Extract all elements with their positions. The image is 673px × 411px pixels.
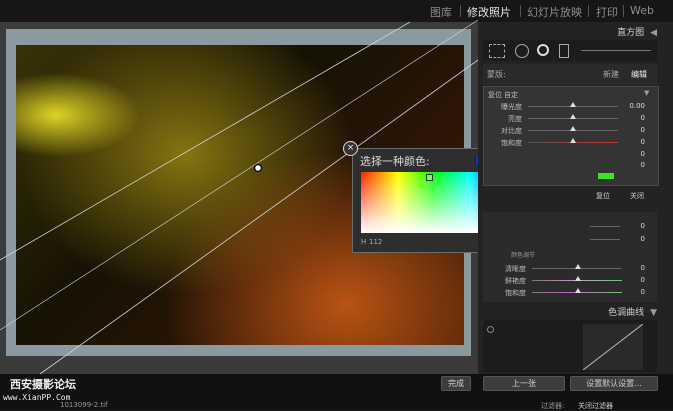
spot-removal-icon[interactable]: [515, 44, 529, 58]
slider-value-contrast: 0: [640, 126, 645, 134]
slider-knob[interactable]: [570, 138, 576, 143]
module-web[interactable]: Web: [630, 4, 654, 17]
histogram-header[interactable]: 直方图 ◀: [483, 25, 657, 39]
slider-value-clarity: 0: [640, 264, 645, 272]
module-slideshow[interactable]: 幻灯片放映: [527, 4, 582, 20]
slider-label-contrast: 对比度: [501, 127, 522, 135]
slider-label-clarity: 清晰度: [505, 265, 526, 273]
adjust-panel: 复位 自定 ▼: [483, 86, 659, 186]
slider-value: 0: [640, 222, 645, 230]
module-print[interactable]: 打印: [596, 4, 618, 20]
set-defaults-button[interactable]: 设置默认设置...: [570, 376, 658, 391]
slider-knob[interactable]: [570, 126, 576, 131]
hue-label: H: [361, 238, 367, 246]
watermark-title: 西安摄影论坛: [10, 378, 76, 391]
panel-collapse-icon[interactable]: ▼: [644, 89, 649, 97]
slider-value-exposure: 0.00: [629, 102, 645, 110]
crop-tool-icon[interactable]: [489, 44, 505, 58]
slider-value-brightness: 0: [640, 114, 645, 122]
slider-track[interactable]: [590, 239, 620, 240]
module-separator: [520, 5, 521, 17]
slider-value: 0: [640, 161, 645, 169]
slider-knob[interactable]: [575, 288, 581, 293]
close-icon[interactable]: ×: [343, 141, 358, 156]
slider-knob[interactable]: [575, 264, 581, 269]
spectrum-marker[interactable]: [426, 174, 433, 181]
brush-size-slider[interactable]: [581, 50, 651, 51]
slider-value-vibrance: 0: [640, 276, 645, 284]
done-button[interactable]: 完成: [441, 376, 471, 391]
slider-track[interactable]: [590, 226, 620, 227]
filename-label[interactable]: 1013099-2.tif: [60, 401, 108, 409]
picker-title: 选择一种颜色:: [360, 155, 430, 168]
module-separator: [460, 5, 461, 17]
slider-value-saturation-2: 0: [640, 288, 645, 296]
slider-value-saturation: 0: [640, 138, 645, 146]
slider-value: 0: [640, 150, 645, 158]
mask-edit-button[interactable]: 编辑: [631, 69, 647, 80]
histogram-title: 直方图: [617, 28, 645, 38]
slider-knob[interactable]: [570, 114, 576, 119]
red-eye-icon[interactable]: [537, 44, 549, 56]
previous-button[interactable]: 上一张: [483, 376, 565, 391]
curve-line: [582, 323, 644, 371]
mask-new-button[interactable]: 新建: [603, 69, 619, 80]
tone-curve-header[interactable]: 色调曲线 ▼: [483, 305, 657, 319]
tone-curve-graph[interactable]: [582, 323, 644, 371]
slider-value: 0: [640, 235, 645, 243]
tone-curve-title: 色调曲线: [608, 308, 645, 318]
close-button[interactable]: 关闭: [630, 191, 644, 201]
effect-label: 复位: [488, 91, 502, 99]
slider-label-saturation-2: 饱和度: [505, 289, 526, 297]
tool-strip: [483, 40, 657, 61]
reset-button[interactable]: 复位: [596, 191, 610, 201]
presence-subtitle: 颜色调节: [511, 252, 536, 259]
slider-label-brightness: 亮度: [508, 115, 522, 123]
selected-color-chip[interactable]: [598, 173, 614, 179]
module-develop[interactable]: 修改照片: [467, 4, 511, 20]
collapse-triangle-icon: ◀: [650, 28, 657, 38]
slider-knob[interactable]: [570, 102, 576, 107]
collapse-triangle-icon: ▼: [650, 308, 657, 318]
module-separator: [623, 5, 624, 17]
hue-value: 112: [369, 238, 383, 246]
graduated-filter-icon[interactable]: [559, 44, 569, 58]
mask-label: 蒙版:: [487, 70, 506, 79]
slider-knob[interactable]: [575, 276, 581, 281]
slider-label-vibrance: 鲜艳度: [505, 277, 526, 285]
mask-row: 蒙版: 新建 编辑: [483, 64, 657, 85]
effect-preset[interactable]: 自定: [504, 90, 518, 100]
slider-label-exposure: 曝光度: [501, 103, 522, 111]
module-library[interactable]: 图库: [430, 4, 452, 20]
target-adjust-icon[interactable]: [487, 326, 494, 333]
slider-label-saturation: 饱和度: [501, 139, 522, 147]
module-separator: [588, 5, 589, 17]
watermark-url: www.XianPP.Com: [3, 393, 71, 402]
